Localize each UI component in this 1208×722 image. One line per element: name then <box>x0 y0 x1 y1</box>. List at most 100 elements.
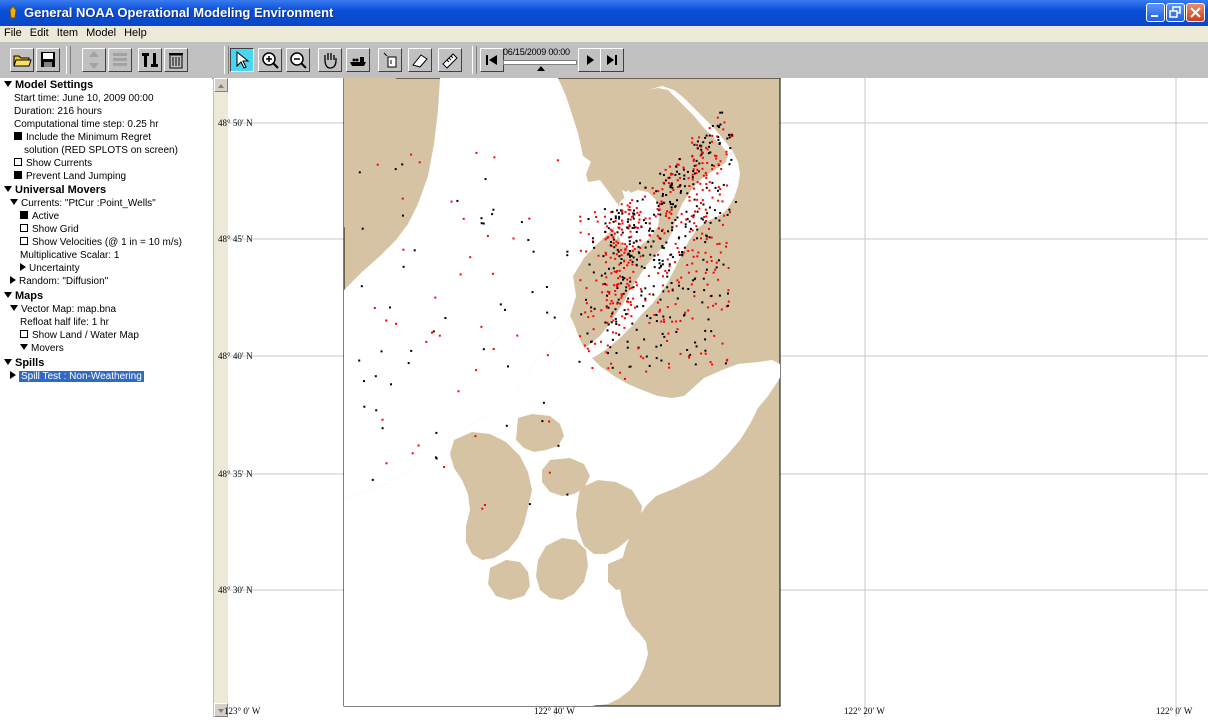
multiplicative-scalar-item[interactable]: Multiplicative Scalar: 1 <box>20 250 119 262</box>
minimum-regret-particle <box>618 227 621 230</box>
collapse-triangle-icon[interactable] <box>10 305 18 311</box>
minimize-button[interactable] <box>1146 3 1165 22</box>
map-movers-item[interactable]: Movers <box>20 343 64 355</box>
add-label-button[interactable] <box>378 48 402 72</box>
collapse-triangle-icon[interactable] <box>20 344 28 350</box>
measure-tool-button[interactable] <box>438 48 462 72</box>
checkbox-unchecked-icon[interactable] <box>14 158 22 166</box>
refloat-half-life-item[interactable]: Refloat half life: 1 hr <box>20 317 109 329</box>
currents-item[interactable]: Currents: "PtCur :Point_Wells" <box>10 198 156 210</box>
expand-triangle-icon[interactable] <box>10 276 16 284</box>
expand-triangle-icon[interactable] <box>10 371 16 379</box>
checkbox-checked-icon[interactable] <box>14 171 22 179</box>
show-grid-checkbox[interactable]: Show Grid <box>20 224 79 236</box>
best-guess-particle <box>633 209 635 212</box>
checkbox-checked-icon[interactable] <box>14 132 22 140</box>
spill-test-item[interactable]: Spill Test : Non-Weathering <box>10 371 144 383</box>
pan-tool-button[interactable] <box>318 48 342 72</box>
restore-button[interactable] <box>1166 3 1185 22</box>
uncertainty-item[interactable]: Uncertainty <box>20 263 80 275</box>
save-button[interactable] <box>36 48 60 72</box>
open-button[interactable] <box>10 48 34 72</box>
eraser-tool-button[interactable] <box>408 48 432 72</box>
minimum-regret-particle <box>639 288 642 291</box>
collapse-triangle-icon[interactable] <box>4 81 12 87</box>
time-slider-thumb[interactable] <box>537 66 545 71</box>
sidebar-scrollbar[interactable] <box>213 78 228 717</box>
best-guess-particle <box>402 265 405 268</box>
rewind-button[interactable] <box>480 48 504 72</box>
minimum-regret-particle <box>696 181 699 184</box>
best-guess-particle <box>627 297 630 300</box>
menu-edit[interactable]: Edit <box>26 26 53 39</box>
time-step-item[interactable]: Computational time step: 0.25 hr <box>14 119 159 131</box>
checkbox-checked-icon[interactable] <box>20 211 28 219</box>
best-guess-particle <box>641 198 644 201</box>
minimum-regret-particle <box>593 211 596 214</box>
best-guess-particle <box>695 205 698 208</box>
minimum-regret-label: Include the Minimum Regret <box>26 132 152 143</box>
minimum-regret-particle <box>618 263 621 266</box>
expand-triangle-icon[interactable] <box>20 263 26 271</box>
maps-header[interactable]: Maps <box>4 290 43 302</box>
close-button[interactable] <box>1186 3 1205 22</box>
best-guess-particle <box>726 213 729 216</box>
menu-item[interactable]: Item <box>53 26 82 39</box>
collapse-triangle-icon[interactable] <box>10 199 18 205</box>
checkbox-unchecked-icon[interactable] <box>20 330 28 338</box>
show-land-water-checkbox[interactable]: Show Land / Water Map <box>20 330 139 342</box>
map-canvas[interactable] <box>228 77 1208 717</box>
active-checkbox[interactable]: Active <box>20 211 59 223</box>
best-guess-particle <box>541 420 544 423</box>
spill-tool-button[interactable] <box>346 48 370 72</box>
scroll-up-button[interactable] <box>214 78 228 92</box>
minimum-regret-particle <box>627 261 630 264</box>
best-guess-particle <box>616 287 619 289</box>
menu-help[interactable]: Help <box>120 26 151 39</box>
model-settings-header[interactable]: Model Settings <box>4 79 93 91</box>
prevent-land-jumping-checkbox[interactable]: Prevent Land Jumping <box>14 171 126 183</box>
arrow-tool-button[interactable] <box>230 48 254 72</box>
minimum-regret-particle <box>381 418 384 421</box>
minimum-regret-particle <box>579 231 582 234</box>
delete-button[interactable] <box>164 48 188 72</box>
minimum-regret-particle <box>621 219 623 222</box>
checkbox-unchecked-icon[interactable] <box>20 237 28 245</box>
best-guess-particle <box>652 230 655 233</box>
run-to-end-button[interactable] <box>600 48 624 72</box>
best-guess-particle <box>705 234 708 237</box>
show-currents-checkbox[interactable]: Show Currents <box>14 158 92 170</box>
minimum-regret-particle <box>475 151 478 154</box>
item-info-button[interactable] <box>138 48 162 72</box>
collapse-triangle-icon[interactable] <box>4 292 12 298</box>
step-forward-button[interactable] <box>578 48 602 72</box>
menu-file[interactable]: File <box>0 26 26 39</box>
settings-list-button[interactable] <box>108 48 132 72</box>
random-diffusion-item[interactable]: Random: "Diffusion" <box>10 276 108 288</box>
best-guess-particle <box>661 245 664 247</box>
checkbox-unchecked-icon[interactable] <box>20 224 28 232</box>
minimum-regret-checkbox[interactable]: Include the Minimum Regret <box>14 132 151 144</box>
menu-bar: File Edit Item Model Help <box>0 26 1208 42</box>
vector-map-item[interactable]: Vector Map: map.bna <box>10 304 116 316</box>
collapse-triangle-icon[interactable] <box>4 186 12 192</box>
collapse-triangle-icon[interactable] <box>4 359 12 365</box>
universal-movers-header[interactable]: Universal Movers <box>4 184 106 196</box>
time-slider-track[interactable] <box>503 60 577 65</box>
minimum-regret-particle <box>621 209 624 212</box>
start-time-item[interactable]: Start time: June 10, 2009 00:00 <box>14 93 154 105</box>
minimum-regret-particle <box>616 302 619 305</box>
best-guess-particle <box>686 349 689 351</box>
spills-header[interactable]: Spills <box>4 357 44 369</box>
map-view[interactable]: 48° 50′ N 48° 45′ N 48° 40′ N 48° 35′ N … <box>218 77 1208 717</box>
menu-model[interactable]: Model <box>82 26 120 39</box>
best-guess-particle <box>693 198 696 201</box>
zoom-in-button[interactable] <box>258 48 282 72</box>
move-up-down-button[interactable] <box>82 48 106 72</box>
best-guess-particle <box>381 427 384 430</box>
best-guess-particle <box>401 214 404 217</box>
zoom-out-button[interactable] <box>286 48 310 72</box>
show-velocities-checkbox[interactable]: Show Velocities (@ 1 in = 10 m/s) <box>20 237 182 249</box>
best-guess-particle <box>604 230 607 233</box>
duration-item[interactable]: Duration: 216 hours <box>14 106 102 118</box>
